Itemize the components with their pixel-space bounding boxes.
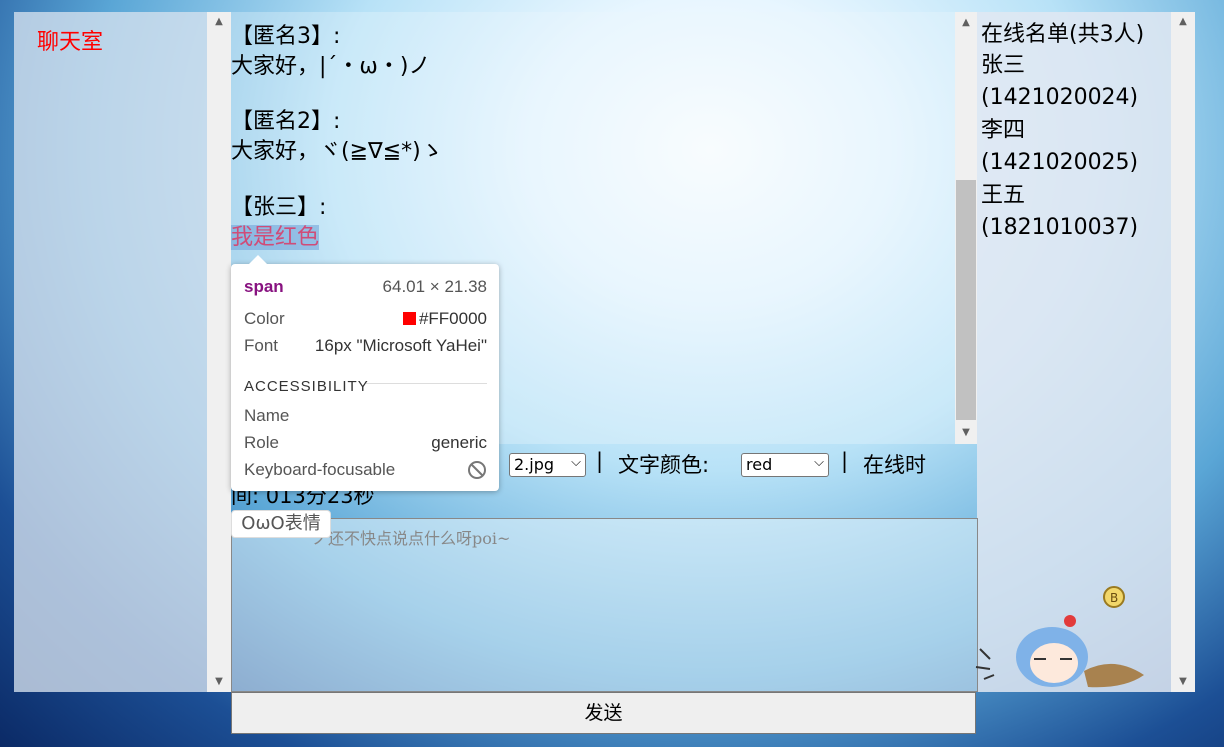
- chevron-down-icon[interactable]: ▼: [207, 675, 231, 689]
- tooltip-role-label: Role: [244, 433, 279, 452]
- tooltip-focus-label: Keyboard-focusable: [244, 460, 396, 479]
- tooltip-role-value: generic: [431, 433, 487, 452]
- user-name: 张三: [981, 53, 1026, 78]
- scrollbar-thumb[interactable]: [956, 180, 976, 420]
- color-swatch: [402, 312, 416, 325]
- message-input[interactable]: ノ还不快点说点什么呀poi~ B: [231, 518, 1144, 692]
- message-item: 【匿名2】: 大家好，ヾ(≧∇≦*)ゝ: [231, 107, 443, 167]
- tooltip-section-title: ACCESSIBILITY: [244, 378, 369, 395]
- tooltip-font-value: 16px "Microsoft YaHei": [314, 336, 487, 355]
- online-users-title: 在线名单(共3人): [981, 22, 1145, 47]
- tooltip-color-value: #FF0000: [418, 309, 487, 328]
- devtools-inspect-tooltip: span 64.01 × 21.38 Color #FF0000 Font 16…: [231, 255, 499, 491]
- left-panel: 聊天室: [14, 12, 207, 692]
- user-id: (1421020024): [981, 85, 1139, 110]
- separator: |: [841, 449, 849, 473]
- message-sender: 【张三】:: [231, 195, 327, 220]
- room-title: 聊天室: [37, 30, 104, 55]
- text-color-select[interactable]: red ⌵: [741, 453, 829, 477]
- svg-text:B: B: [1110, 591, 1118, 605]
- highlighted-message-text: 我是红色: [231, 225, 320, 250]
- tooltip-font-label: Font: [244, 336, 279, 355]
- tooltip-tag: span: [244, 277, 284, 296]
- tooltip-name-label: Name: [244, 406, 290, 425]
- message-item: 【张三】: 我是红色: [231, 193, 326, 253]
- chevron-down-icon: ⌵: [814, 455, 824, 470]
- chevron-up-icon[interactable]: ▲: [1171, 15, 1195, 29]
- user-name: 李四: [981, 118, 1026, 143]
- tooltip-color-label: Color: [244, 309, 285, 328]
- message-scrollbar[interactable]: ▲ ▼: [955, 12, 977, 444]
- input-placeholder: ノ还不快点说点什么呀poi~: [312, 529, 511, 548]
- background-select[interactable]: 2.jpg ⌵: [509, 453, 586, 477]
- separator: |: [596, 449, 604, 473]
- message-text: 大家好，ヾ(≧∇≦*)ゝ: [231, 139, 443, 164]
- chevron-up-icon[interactable]: ▲: [955, 16, 977, 30]
- message-sender: 【匿名3】:: [231, 24, 341, 49]
- user-name: 王五: [981, 183, 1026, 208]
- not-allowed-icon: [468, 461, 486, 479]
- user-id: (1821010037): [981, 215, 1139, 240]
- message-item: 【匿名3】: 大家好，|´・ω・)ノ: [231, 22, 430, 82]
- chevron-down-icon[interactable]: ▼: [1171, 675, 1195, 689]
- message-sender: 【匿名2】:: [231, 109, 341, 134]
- tooltip-pointer: [249, 255, 267, 264]
- tooltip-divider: [366, 383, 487, 384]
- chevron-down-icon[interactable]: ▼: [955, 426, 977, 440]
- text-color-label: 文字颜色:: [618, 453, 710, 477]
- mascot-illustration: B: [975, 586, 1144, 688]
- chevron-up-icon[interactable]: ▲: [207, 15, 231, 29]
- tooltip-size: 64.01 × 21.38: [382, 277, 487, 296]
- left-scrollbar[interactable]: ▲ ▼: [207, 12, 231, 692]
- chevron-down-icon: ⌵: [571, 455, 581, 470]
- message-text: 大家好，|´・ω・)ノ: [231, 54, 431, 79]
- user-id: (1421020025): [981, 150, 1139, 175]
- online-time-label: 在线时: [863, 453, 926, 477]
- right-scrollbar[interactable]: ▲ ▼: [1171, 12, 1195, 692]
- send-button[interactable]: 发送: [231, 692, 976, 734]
- emoji-button[interactable]: OωO表情: [231, 510, 331, 538]
